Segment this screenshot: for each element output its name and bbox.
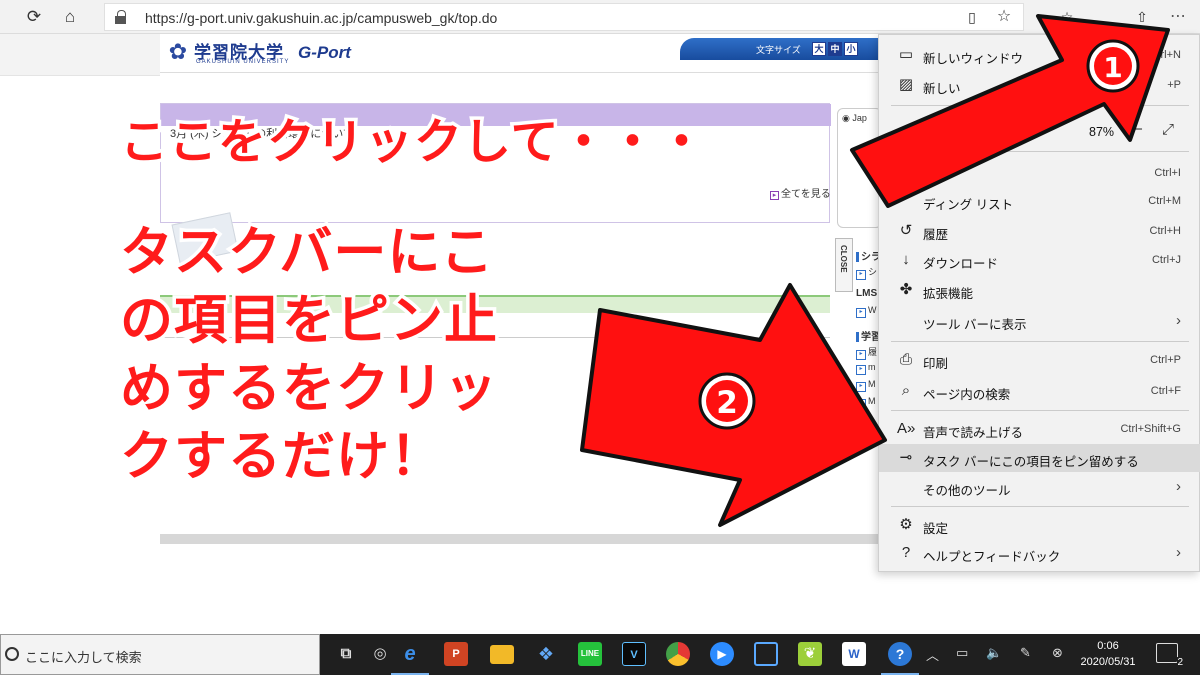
taskbar-search-placeholder: ここに入力して検索 — [25, 650, 142, 665]
marker-2: 2 — [698, 372, 756, 430]
system-clock[interactable]: 0:06 2020/05/31 — [1078, 638, 1138, 670]
tray-chevron-up-icon[interactable]: ︿ — [926, 645, 939, 664]
line-icon[interactable]: LINE — [578, 642, 602, 666]
svg-text:1: 1 — [1103, 51, 1122, 84]
taskbar: ここに入力して検索 ⧉ ◎ e P ❖ LINE V ▶ ❦ W ? ︿ ▭ 🔈… — [0, 634, 1200, 675]
notification-count: 2 — [1177, 657, 1183, 668]
marker-1: 1 — [1086, 39, 1140, 93]
volume-icon[interactable]: 🔈 — [986, 645, 1002, 661]
chrome-icon[interactable] — [666, 642, 690, 666]
taskbar-search-box[interactable]: ここに入力して検索 — [0, 634, 320, 675]
instruction-headline: ここをクリックして・・・ — [117, 111, 710, 174]
clock-date: 2020/05/31 — [1080, 656, 1136, 668]
powerpoint-icon[interactable]: P — [444, 642, 468, 666]
pen-icon[interactable]: ✎ — [1020, 645, 1031, 661]
task-view-icon[interactable]: ⧉ — [334, 642, 358, 666]
cortana-icon[interactable]: ◎ — [368, 642, 392, 666]
edge-icon[interactable]: e — [391, 642, 429, 675]
network-off-icon[interactable]: ⊗ — [1052, 645, 1063, 661]
clock-time: 0:06 — [1097, 640, 1119, 652]
instruction-line: クするだけ！ — [117, 423, 447, 491]
wc-app-icon[interactable]: W — [842, 642, 866, 666]
instruction-line: の項目をピン止 — [117, 287, 501, 355]
notification-center-icon[interactable]: 2 — [1156, 643, 1183, 668]
instruction-line: めするをクリッ — [117, 355, 501, 423]
help-app-icon[interactable]: ? — [881, 642, 919, 675]
instruction-line: タスクバーにこ — [117, 219, 497, 287]
window-app-icon[interactable] — [754, 642, 778, 666]
zoom-icon[interactable]: ▶ — [710, 642, 734, 666]
instruction-body: タスクバーにこ の項目をピン止 めするをクリッ クするだけ！ — [117, 210, 501, 491]
file-explorer-icon[interactable] — [490, 645, 514, 664]
battery-icon[interactable]: ▭ — [956, 645, 968, 661]
video-editor-icon[interactable]: V — [622, 642, 646, 666]
svg-text:2: 2 — [716, 385, 738, 421]
dropbox-icon[interactable]: ❖ — [534, 642, 558, 666]
search-icon — [5, 647, 19, 661]
leaf-app-icon[interactable]: ❦ — [798, 642, 822, 666]
